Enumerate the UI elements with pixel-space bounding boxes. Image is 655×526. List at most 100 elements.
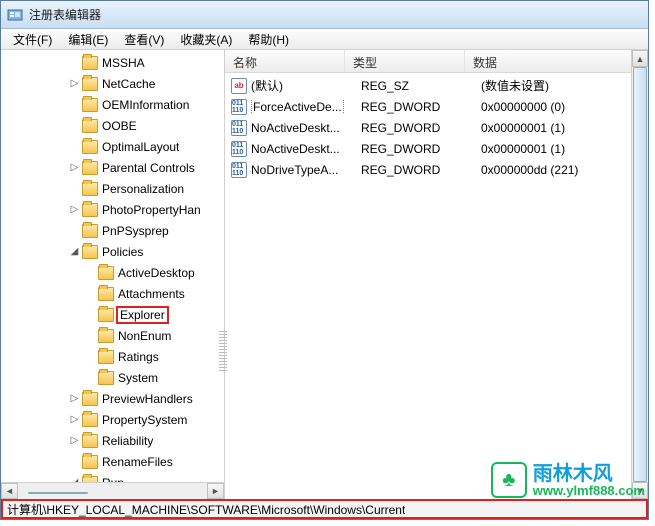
tree-item[interactable]: ▷Explorer bbox=[1, 304, 224, 325]
folder-icon bbox=[82, 161, 98, 175]
values-panel[interactable]: 名称 类型 数据 ab(默认)REG_SZ(数值未设置) 011 110 Force… bbox=[225, 50, 648, 499]
tree-label: RenameFiles bbox=[102, 455, 173, 469]
tree-item[interactable]: ▷Reliability bbox=[1, 430, 224, 451]
tree-label: MSSHA bbox=[102, 56, 145, 70]
tree-item[interactable]: ▷PhotoPropertyHan bbox=[1, 199, 224, 220]
value-name: ForceActiveDe... bbox=[251, 100, 361, 114]
expand-icon[interactable]: ▷ bbox=[69, 414, 80, 425]
watermark-logo-icon: ♣ bbox=[491, 462, 527, 498]
folder-icon bbox=[82, 203, 98, 217]
value-row[interactable]: 011 110ForceActiveDe...REG_DWORD0x000000… bbox=[225, 96, 648, 117]
vertical-scrollbar[interactable]: ▲ ▼ bbox=[631, 50, 648, 499]
tree-item[interactable]: ▷ PreviewHandlers bbox=[1, 388, 224, 409]
folder-icon bbox=[98, 371, 114, 385]
tree-item[interactable]: ▷OEMInformation bbox=[1, 94, 224, 115]
tree-item[interactable]: ▷OOBE bbox=[1, 115, 224, 136]
menu-help[interactable]: 帮助(H) bbox=[240, 29, 297, 50]
folder-icon bbox=[82, 245, 98, 259]
expand-icon[interactable]: ▷ bbox=[69, 435, 80, 446]
expand-icon[interactable]: ▷ bbox=[69, 78, 80, 89]
expand-icon[interactable]: ▷ bbox=[69, 162, 80, 173]
tree-item[interactable]: ▷Personalization bbox=[1, 178, 224, 199]
menu-edit[interactable]: 编辑(E) bbox=[60, 29, 116, 50]
client-area: ▷MSSHA▷NetCache▷OEMInformation▷OOBE▷Opti… bbox=[1, 50, 648, 499]
tree-item[interactable]: ▷System bbox=[1, 367, 224, 388]
app-icon bbox=[7, 7, 23, 23]
menu-favorites[interactable]: 收藏夹(A) bbox=[172, 29, 240, 50]
scroll-thumb[interactable] bbox=[633, 67, 647, 482]
value-row[interactable]: 011 110NoDriveTypeA...REG_DWORD0x000000d… bbox=[225, 159, 648, 180]
menu-file[interactable]: 文件(F) bbox=[5, 29, 60, 50]
binary-value-icon: 011 110 bbox=[231, 141, 247, 157]
value-name: NoDriveTypeA... bbox=[251, 163, 361, 177]
tree-horizontal-scrollbar[interactable]: ◄ ► bbox=[1, 482, 224, 499]
tree-label: System bbox=[118, 371, 158, 385]
folder-icon bbox=[82, 434, 98, 448]
value-data: 0x000000dd (221) bbox=[481, 163, 648, 177]
tree-label: ActiveDesktop bbox=[118, 266, 195, 280]
tree-label: PreviewHandlers bbox=[102, 392, 193, 406]
tree-item[interactable]: ▷MSSHA bbox=[1, 52, 224, 73]
splitter-handle[interactable] bbox=[219, 331, 227, 371]
folder-icon bbox=[98, 287, 114, 301]
tree-label: OptimalLayout bbox=[102, 140, 179, 154]
value-type: REG_DWORD bbox=[361, 142, 481, 156]
folder-icon bbox=[82, 119, 98, 133]
scroll-right-arrow-icon[interactable]: ► bbox=[207, 483, 224, 499]
column-type[interactable]: 类型 bbox=[345, 50, 465, 72]
scroll-up-arrow-icon[interactable]: ▲ bbox=[632, 50, 648, 67]
string-value-icon: ab bbox=[231, 78, 247, 94]
tree-item[interactable]: ▷PnPSysprep bbox=[1, 220, 224, 241]
folder-icon bbox=[98, 329, 114, 343]
tree-item[interactable]: ▷Parental Controls bbox=[1, 157, 224, 178]
expand-icon[interactable]: ▷ bbox=[69, 393, 80, 404]
folder-icon bbox=[82, 77, 98, 91]
tree-label: NonEnum bbox=[118, 329, 171, 343]
folder-icon bbox=[82, 140, 98, 154]
tree-item[interactable]: ▷Attachments bbox=[1, 283, 224, 304]
menu-view[interactable]: 查看(V) bbox=[116, 29, 172, 50]
folder-icon bbox=[82, 413, 98, 427]
value-name: (默认) bbox=[251, 77, 361, 94]
tree-label: Attachments bbox=[118, 287, 185, 301]
window-title: 注册表编辑器 bbox=[29, 6, 101, 23]
registry-editor-window: 注册表编辑器 文件(F) 编辑(E) 查看(V) 收藏夹(A) 帮助(H) ▷M… bbox=[0, 0, 649, 520]
tree-item[interactable]: ▷PropertySystem bbox=[1, 409, 224, 430]
watermark: ♣ 雨林木风 www.ylmf888.com bbox=[491, 462, 645, 498]
scroll-left-arrow-icon[interactable]: ◄ bbox=[1, 483, 18, 499]
tree-item[interactable]: ▷ NetCache bbox=[1, 73, 224, 94]
value-data: (数值未设置) bbox=[481, 77, 648, 94]
folder-icon bbox=[82, 182, 98, 196]
value-row[interactable]: 011 110NoActiveDeskt...REG_DWORD0x000000… bbox=[225, 138, 648, 159]
folder-icon bbox=[82, 392, 98, 406]
binary-value-icon: 011 110 bbox=[231, 162, 247, 178]
tree-item[interactable]: ▷Ratings bbox=[1, 346, 224, 367]
value-row[interactable]: ab(默认)REG_SZ(数值未设置) bbox=[225, 75, 648, 96]
tree-label: PnPSysprep bbox=[102, 224, 169, 238]
column-data[interactable]: 数据 bbox=[465, 50, 648, 72]
binary-value-icon: 011 110 bbox=[231, 99, 247, 115]
tree-panel[interactable]: ▷MSSHA▷NetCache▷OEMInformation▷OOBE▷Opti… bbox=[1, 50, 225, 499]
watermark-url: www.ylmf888.com bbox=[533, 484, 645, 497]
statusbar: 计算机\HKEY_LOCAL_MACHINE\SOFTWARE\Microsof… bbox=[1, 499, 648, 519]
value-row[interactable]: 011 110NoActiveDeskt...REG_DWORD0x000000… bbox=[225, 117, 648, 138]
value-data: 0x00000001 (1) bbox=[481, 121, 648, 135]
folder-icon bbox=[98, 266, 114, 280]
column-name[interactable]: 名称 bbox=[225, 50, 345, 72]
collapse-icon[interactable]: ◢ bbox=[69, 246, 80, 257]
tree-label: Personalization bbox=[102, 182, 184, 196]
tree-label: OOBE bbox=[102, 119, 137, 133]
value-data: 0x00000001 (1) bbox=[481, 142, 648, 156]
tree-item[interactable]: ▷ActiveDesktop bbox=[1, 262, 224, 283]
tree-item[interactable]: ▷OptimalLayout bbox=[1, 136, 224, 157]
tree-item[interactable]: ▷RenameFiles bbox=[1, 451, 224, 472]
list-header[interactable]: 名称 类型 数据 bbox=[225, 50, 648, 73]
expand-icon[interactable]: ▷ bbox=[69, 204, 80, 215]
scroll-thumb[interactable] bbox=[28, 492, 88, 494]
tree-label: NetCache bbox=[102, 77, 155, 91]
tree-item[interactable]: ▷NonEnum bbox=[1, 325, 224, 346]
titlebar[interactable]: 注册表编辑器 bbox=[1, 1, 648, 29]
folder-icon bbox=[98, 350, 114, 364]
tree-item[interactable]: ◢Policies bbox=[1, 241, 224, 262]
binary-value-icon: 011 110 bbox=[231, 120, 247, 136]
